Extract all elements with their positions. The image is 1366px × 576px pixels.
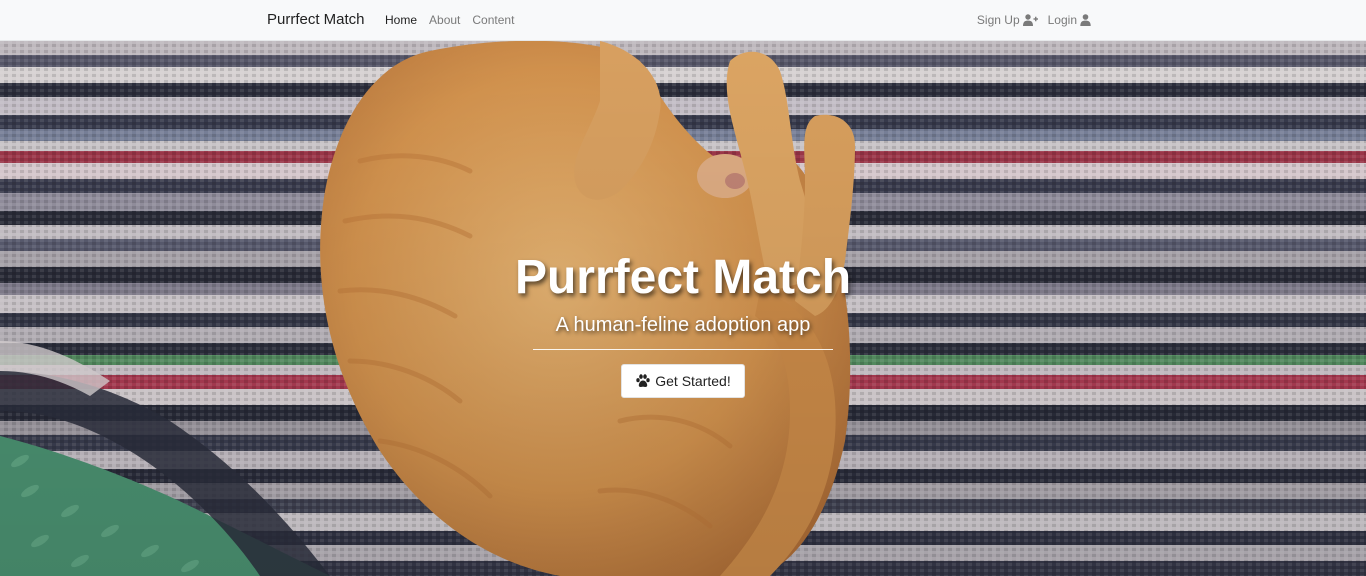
sign-up-label: Sign Up	[976, 13, 1020, 27]
nav-link-about[interactable]: About	[429, 13, 460, 27]
nav-link-content[interactable]: Content	[472, 13, 514, 27]
hero-section: Purrfect Match A human-feline adoption a…	[0, 41, 1366, 576]
navbar: Purrfect Match Home About Content Sign U…	[0, 0, 1366, 41]
hero-subtitle: A human-feline adoption app	[555, 314, 811, 336]
nav-links: Home About Content	[385, 13, 514, 27]
brand-link[interactable]: Purrfect Match	[267, 11, 365, 28]
hero-content: Purrfect Match A human-feline adoption a…	[0, 41, 1366, 576]
sign-up-link[interactable]: Sign Up	[976, 13, 1038, 27]
login-link[interactable]: Login	[1048, 13, 1094, 27]
paw-icon	[635, 373, 651, 389]
get-started-button[interactable]: Get Started!	[621, 364, 745, 398]
user-icon	[1080, 14, 1094, 26]
get-started-label: Get Started!	[655, 373, 731, 389]
nav-auth-links: Sign Up Login	[977, 13, 1094, 27]
user-plus-icon	[1022, 14, 1038, 26]
nav-link-home[interactable]: Home	[385, 13, 417, 27]
hero-title: Purrfect Match	[514, 251, 852, 304]
login-label: Login	[1047, 13, 1077, 27]
hero-divider	[533, 349, 833, 350]
